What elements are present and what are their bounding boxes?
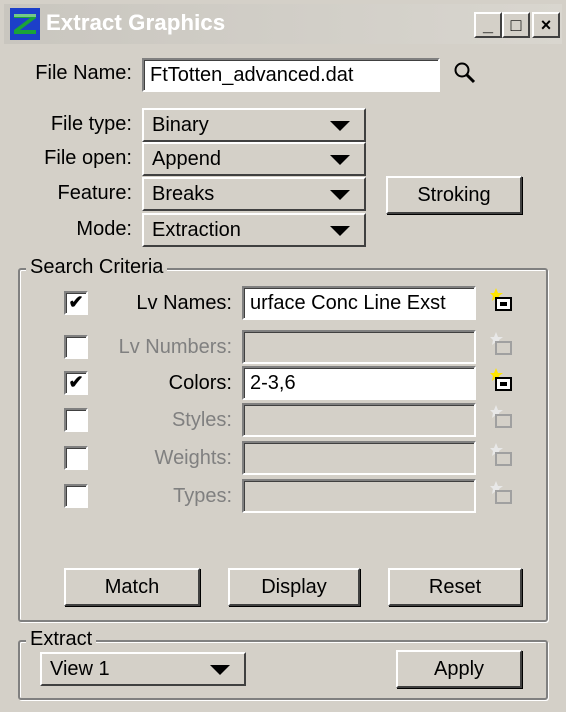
colors-input[interactable]: 2-3,6: [242, 366, 476, 400]
file-type-value: Binary: [152, 114, 209, 136]
colors-checkbox[interactable]: ✔: [64, 371, 88, 395]
title-bar[interactable]: Extract Graphics _ □ ×: [4, 4, 562, 44]
extract-legend: Extract: [26, 628, 97, 651]
weights-checkbox[interactable]: [64, 446, 88, 470]
window-title: Extract Graphics: [46, 10, 226, 35]
chevron-down-icon: [330, 190, 350, 200]
feature-label: Feature:: [57, 182, 132, 204]
file-type-select[interactable]: Binary: [142, 108, 366, 142]
mode-value: Extraction: [152, 219, 241, 241]
color-picker-icon[interactable]: [490, 368, 514, 392]
file-name-label: File Name:: [35, 62, 132, 84]
style-picker-icon-disabled: [490, 405, 512, 428]
maximize-button[interactable]: □: [502, 12, 530, 38]
styles-input: [242, 403, 476, 437]
chevron-down-icon: [330, 226, 350, 236]
lv-numbers-input: [242, 330, 476, 364]
lv-names-input[interactable]: urface Conc Line Exst: [242, 286, 476, 320]
stroking-button[interactable]: Stroking: [386, 176, 522, 214]
weight-picker-icon-disabled: [490, 443, 512, 466]
app-logo-icon: [10, 8, 40, 40]
lv-numbers-label: Lv Numbers:: [118, 336, 232, 358]
types-label: Types:: [173, 485, 232, 507]
minimize-button[interactable]: _: [474, 12, 502, 38]
level-picker-icon[interactable]: [490, 288, 514, 312]
chevron-down-icon: [210, 665, 230, 675]
search-criteria-legend: Search Criteria: [26, 256, 168, 279]
chevron-down-icon: [330, 121, 350, 131]
mode-select[interactable]: Extraction: [142, 213, 366, 247]
display-button[interactable]: Display: [228, 568, 360, 606]
type-picker-icon-disabled: [490, 481, 512, 504]
file-name-input[interactable]: FtTotten_advanced.dat: [142, 58, 440, 92]
weights-input: [242, 441, 476, 475]
apply-button[interactable]: Apply: [396, 650, 522, 688]
file-open-value: Append: [152, 148, 221, 170]
mode-label: Mode:: [76, 218, 132, 240]
styles-checkbox[interactable]: [64, 408, 88, 432]
match-button[interactable]: Match: [64, 568, 200, 606]
feature-select[interactable]: Breaks: [142, 177, 366, 211]
lv-names-label: Lv Names:: [136, 292, 232, 314]
close-button[interactable]: ×: [532, 12, 560, 38]
chevron-down-icon: [330, 155, 350, 165]
types-input: [242, 479, 476, 513]
styles-label: Styles:: [171, 409, 232, 431]
search-icon[interactable]: [452, 60, 478, 86]
level-picker-icon-disabled: [490, 332, 512, 355]
extract-graphics-dialog: Extract Graphics _ □ × File Name: FtTott…: [0, 0, 566, 712]
lv-names-checkbox[interactable]: ✔: [64, 291, 88, 315]
view-select[interactable]: View 1: [40, 652, 246, 686]
lv-numbers-checkbox[interactable]: [64, 335, 88, 359]
feature-value: Breaks: [152, 183, 215, 205]
view-value: View 1: [50, 658, 110, 680]
weights-label: Weights:: [154, 447, 232, 469]
file-open-select[interactable]: Append: [142, 142, 366, 176]
file-type-label: File type:: [50, 113, 132, 135]
file-open-label: File open:: [44, 147, 132, 169]
colors-label: Colors:: [168, 372, 232, 394]
reset-button[interactable]: Reset: [388, 568, 522, 606]
types-checkbox[interactable]: [64, 484, 88, 508]
